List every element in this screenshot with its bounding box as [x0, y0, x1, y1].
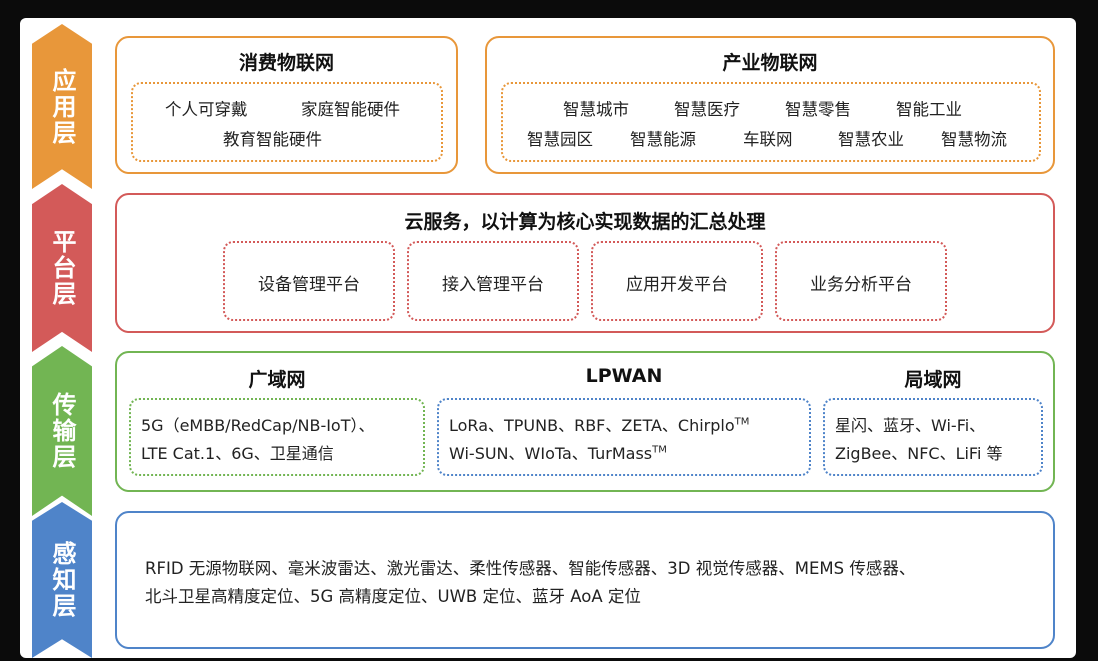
transport-box: 广域网 LPWAN 局域网 5G（eMBB/RedCap/NB-IoT）、 LT… [115, 351, 1055, 492]
lan-title: 局域网 [904, 369, 962, 391]
platform-item-box: 设备管理平台 [223, 241, 395, 321]
lpwan-box: LoRa、TPUNB、RBF、ZETA、ChirploTM Wi-SUN、WIo… [437, 398, 811, 476]
platform-item: 设备管理平台 [258, 275, 360, 295]
lpwan-line: Wi-SUN、WIoTa、TurMassTM [449, 444, 667, 463]
platform-item: 应用开发平台 [626, 275, 728, 295]
layer-label-platform: 平台层 [32, 184, 92, 352]
wan-line: 5G（eMBB/RedCap/NB-IoT）、 [141, 416, 375, 435]
lan-line: ZigBee、NFC、LiFi 等 [835, 444, 1003, 463]
platform-title: 云服务，以计算为核心实现数据的汇总处理 [404, 211, 766, 233]
layer-label-application: 应用层 [32, 24, 92, 189]
consumer-iot-title: 消费物联网 [238, 52, 334, 74]
consumer-iot-box: 消费物联网 个人可穿戴 家庭智能硬件 教育智能硬件 [115, 36, 458, 174]
lan-line: 星闪、蓝牙、Wi-Fi、 [835, 416, 986, 435]
platform-item-box: 接入管理平台 [407, 241, 579, 321]
industry-item: 智慧农业 [838, 130, 904, 149]
wan-line: LTE Cat.1、6G、卫星通信 [141, 444, 334, 463]
sensing-box: RFID 无源物联网、毫米波雷达、激光雷达、柔性传感器、智能传感器、3D 视觉传… [115, 511, 1055, 649]
consumer-item: 个人可穿戴 [165, 100, 248, 119]
industry-item: 智慧医疗 [674, 100, 740, 119]
industry-item: 智慧物流 [941, 130, 1007, 149]
layer-label-transport: 传输层 [32, 346, 92, 516]
consumer-item: 教育智能硬件 [223, 130, 322, 149]
industry-item: 智慧园区 [527, 130, 593, 149]
industry-item: 智慧能源 [630, 130, 696, 149]
consumer-iot-items: 个人可穿戴 家庭智能硬件 教育智能硬件 [131, 82, 443, 162]
sensing-line: 北斗卫星高精度定位、5G 高精度定位、UWB 定位、蓝牙 AoA 定位 [145, 587, 641, 606]
sensing-line: RFID 无源物联网、毫米波雷达、激光雷达、柔性传感器、智能传感器、3D 视觉传… [145, 559, 916, 578]
diagram-canvas: 应用层 平台层 传输层 感知层 消费物联网 个人可穿戴 家庭智能硬件 教育智能硬… [20, 18, 1076, 658]
industry-item: 车联网 [743, 130, 793, 149]
consumer-item: 家庭智能硬件 [301, 100, 400, 119]
industry-item: 智慧零售 [785, 100, 851, 119]
lan-box: 星闪、蓝牙、Wi-Fi、 ZigBee、NFC、LiFi 等 [823, 398, 1043, 476]
platform-item: 业务分析平台 [810, 275, 912, 295]
industry-iot-box: 产业物联网 智慧城市 智慧医疗 智慧零售 智能工业 智慧园区 智慧能源 车联网 … [485, 36, 1055, 174]
industry-iot-items: 智慧城市 智慧医疗 智慧零售 智能工业 智慧园区 智慧能源 车联网 智慧农业 智… [501, 82, 1041, 162]
lpwan-line: LoRa、TPUNB、RBF、ZETA、ChirploTM [449, 416, 750, 435]
platform-item: 接入管理平台 [442, 275, 544, 295]
lpwan-title: LPWAN [585, 365, 663, 387]
platform-item-box: 应用开发平台 [591, 241, 763, 321]
platform-item-box: 业务分析平台 [775, 241, 947, 321]
wan-title: 广域网 [248, 369, 306, 391]
industry-item: 智能工业 [896, 100, 962, 119]
wan-box: 5G（eMBB/RedCap/NB-IoT）、 LTE Cat.1、6G、卫星通… [129, 398, 425, 476]
layer-label-sensing: 感知层 [32, 502, 92, 658]
platform-box: 云服务，以计算为核心实现数据的汇总处理 设备管理平台 接入管理平台 应用开发平台… [115, 193, 1055, 333]
industry-item: 智慧城市 [563, 100, 629, 119]
industry-iot-title: 产业物联网 [722, 52, 818, 74]
